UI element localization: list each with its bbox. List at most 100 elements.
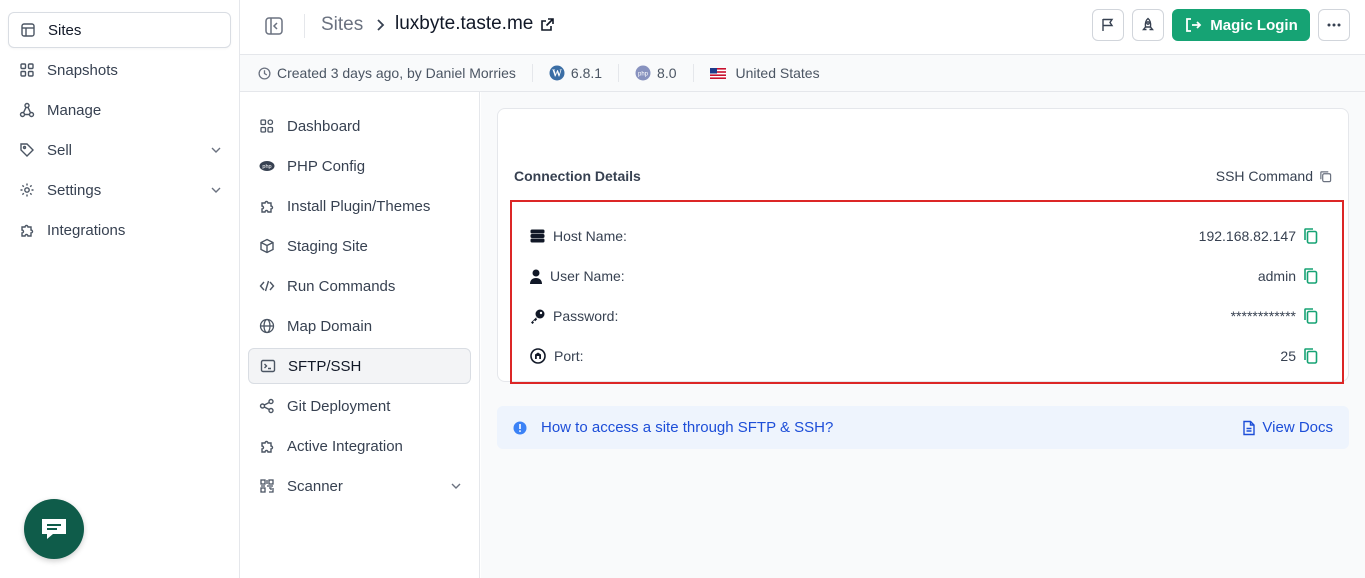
network-icon: [19, 102, 35, 118]
qr-icon: [259, 478, 275, 494]
sidebar-toggle-icon[interactable]: [264, 16, 284, 36]
magic-login-button[interactable]: Magic Login: [1172, 9, 1310, 41]
chevron-down-icon[interactable]: [209, 183, 223, 197]
view-docs-label: View Docs: [1262, 419, 1333, 436]
host-name-label: Host Name:: [553, 228, 627, 244]
svg-text:W: W: [552, 69, 562, 80]
breadcrumb-root[interactable]: Sites: [321, 14, 363, 36]
share-icon: [259, 398, 275, 414]
globe-icon: [259, 318, 275, 334]
connection-details-card: Connection Details SSH Command Host Name…: [497, 108, 1349, 384]
nav-item-install-plugin-themes[interactable]: Install Plugin/Themes: [248, 188, 471, 224]
copy-password-icon[interactable]: [1302, 307, 1320, 325]
sidebar-item-label: Settings: [47, 181, 102, 199]
sidebar-item-snapshots[interactable]: Snapshots: [8, 52, 231, 88]
nav-item-git-deployment[interactable]: Git Deployment: [248, 388, 471, 424]
more-icon: [1326, 17, 1342, 33]
puzzle-icon: [259, 438, 275, 454]
chat-button[interactable]: [24, 499, 84, 559]
row-value: ************: [1231, 307, 1320, 325]
main-content: Connection Details SSH Command Host Name…: [481, 92, 1365, 578]
user-name-value: admin: [1257, 268, 1296, 284]
sidebar-item-label: Integrations: [47, 221, 126, 239]
nav-item-active-integration[interactable]: Active Integration: [248, 428, 471, 464]
nav-item-php-config[interactable]: php PHP Config: [248, 148, 471, 184]
row-label: Host Name:: [530, 228, 627, 244]
sidebar-item-settings[interactable]: Settings: [8, 172, 231, 208]
nav-item-map-domain[interactable]: Map Domain: [248, 308, 471, 344]
more-button[interactable]: [1318, 9, 1350, 41]
copy-icon: [1319, 170, 1332, 183]
ssh-command-button[interactable]: SSH Command: [1216, 168, 1332, 184]
dashboard-icon: [259, 118, 275, 134]
port-row: Port: 25: [530, 344, 1320, 368]
nav-item-staging-site[interactable]: Staging Site: [248, 228, 471, 264]
wp-version: W 6.8.1: [549, 65, 602, 81]
php-version: php 8.0: [635, 65, 677, 81]
login-icon: [1184, 16, 1202, 34]
puzzle-icon: [19, 222, 35, 238]
copy-user-name-icon[interactable]: [1302, 267, 1320, 285]
copy-host-name-icon[interactable]: [1302, 227, 1320, 245]
sidebar-item-manage[interactable]: Manage: [8, 92, 231, 128]
tag-icon: [19, 142, 35, 158]
external-link-icon[interactable]: [540, 17, 555, 32]
clock-icon: [258, 66, 271, 80]
puzzle-icon: [259, 198, 275, 214]
password-row: Password: ************: [530, 304, 1320, 328]
nav-item-run-commands[interactable]: Run Commands: [248, 268, 471, 304]
sidebar-item-label: Snapshots: [47, 61, 118, 79]
nav-item-label: Active Integration: [287, 437, 403, 455]
nav-item-dashboard[interactable]: Dashboard: [248, 108, 471, 144]
port-value: 25: [1280, 348, 1296, 364]
flag-button[interactable]: [1092, 9, 1124, 41]
sidebar-item-label: Sites: [48, 21, 82, 39]
site-meta-bar: Created 3 days ago, by Daniel Morries W …: [240, 55, 1365, 92]
rocket-button[interactable]: [1132, 9, 1164, 41]
sidebar-item-integrations[interactable]: Integrations: [8, 212, 231, 248]
user-icon: [530, 269, 542, 284]
site-name: luxbyte.taste.me: [395, 13, 534, 34]
cube-icon: [259, 238, 275, 254]
connection-details-box: Host Name: 192.168.82.147 User Name: adm…: [510, 200, 1344, 384]
sidebar-item-label: Manage: [47, 101, 102, 119]
nav-item-scanner[interactable]: Scanner: [248, 468, 471, 504]
view-docs-button[interactable]: View Docs: [1242, 419, 1333, 436]
nav-item-label: Dashboard: [287, 117, 361, 135]
created-text: Created 3 days ago, by Daniel Morries: [277, 65, 516, 81]
gear-icon: [19, 182, 35, 198]
nav-item-label: PHP Config: [287, 157, 366, 175]
flag-icon: [1100, 17, 1116, 33]
nav-item-sftp-ssh[interactable]: SFTP/SSH: [248, 348, 471, 384]
chat-icon: [39, 516, 69, 542]
sidebar-item-sell[interactable]: Sell: [8, 132, 231, 168]
password-label: Password:: [553, 308, 619, 324]
user-name-label: User Name:: [550, 268, 625, 284]
created-info: Created 3 days ago, by Daniel Morries: [258, 65, 516, 81]
svg-text:php: php: [262, 164, 271, 170]
port-label: Port:: [554, 348, 584, 364]
us-flag-icon: [709, 67, 726, 79]
layout-icon: [20, 22, 36, 38]
server-location: United States: [709, 65, 820, 81]
help-link[interactable]: How to access a site through SFTP & SSH?: [541, 419, 833, 436]
sidebar-item-sites[interactable]: Sites: [8, 12, 231, 48]
document-icon: [1242, 420, 1256, 436]
nav-item-label: Install Plugin/Themes: [287, 197, 431, 215]
php-icon: php: [635, 65, 651, 81]
site-nav: Dashboard php PHP Config Install Plugin/…: [240, 92, 480, 578]
password-value: ************: [1230, 308, 1296, 324]
magic-login-label: Magic Login: [1210, 16, 1298, 34]
nav-item-label: SFTP/SSH: [288, 357, 362, 375]
main-sidebar: Sites Snapshots Manage Sell Settings Int…: [0, 0, 240, 578]
rocket-icon: [1140, 17, 1156, 33]
chevron-down-icon[interactable]: [209, 143, 223, 157]
sidebar-item-label: Sell: [47, 141, 73, 159]
copy-port-icon[interactable]: [1302, 347, 1320, 365]
host-name-row: Host Name: 192.168.82.147: [530, 224, 1320, 248]
php-icon: php: [259, 158, 275, 174]
chevron-down-icon[interactable]: [449, 479, 463, 493]
server-icon: [530, 229, 545, 243]
card-title: Connection Details: [514, 168, 641, 184]
row-value: 192.168.82.147: [1199, 227, 1320, 245]
